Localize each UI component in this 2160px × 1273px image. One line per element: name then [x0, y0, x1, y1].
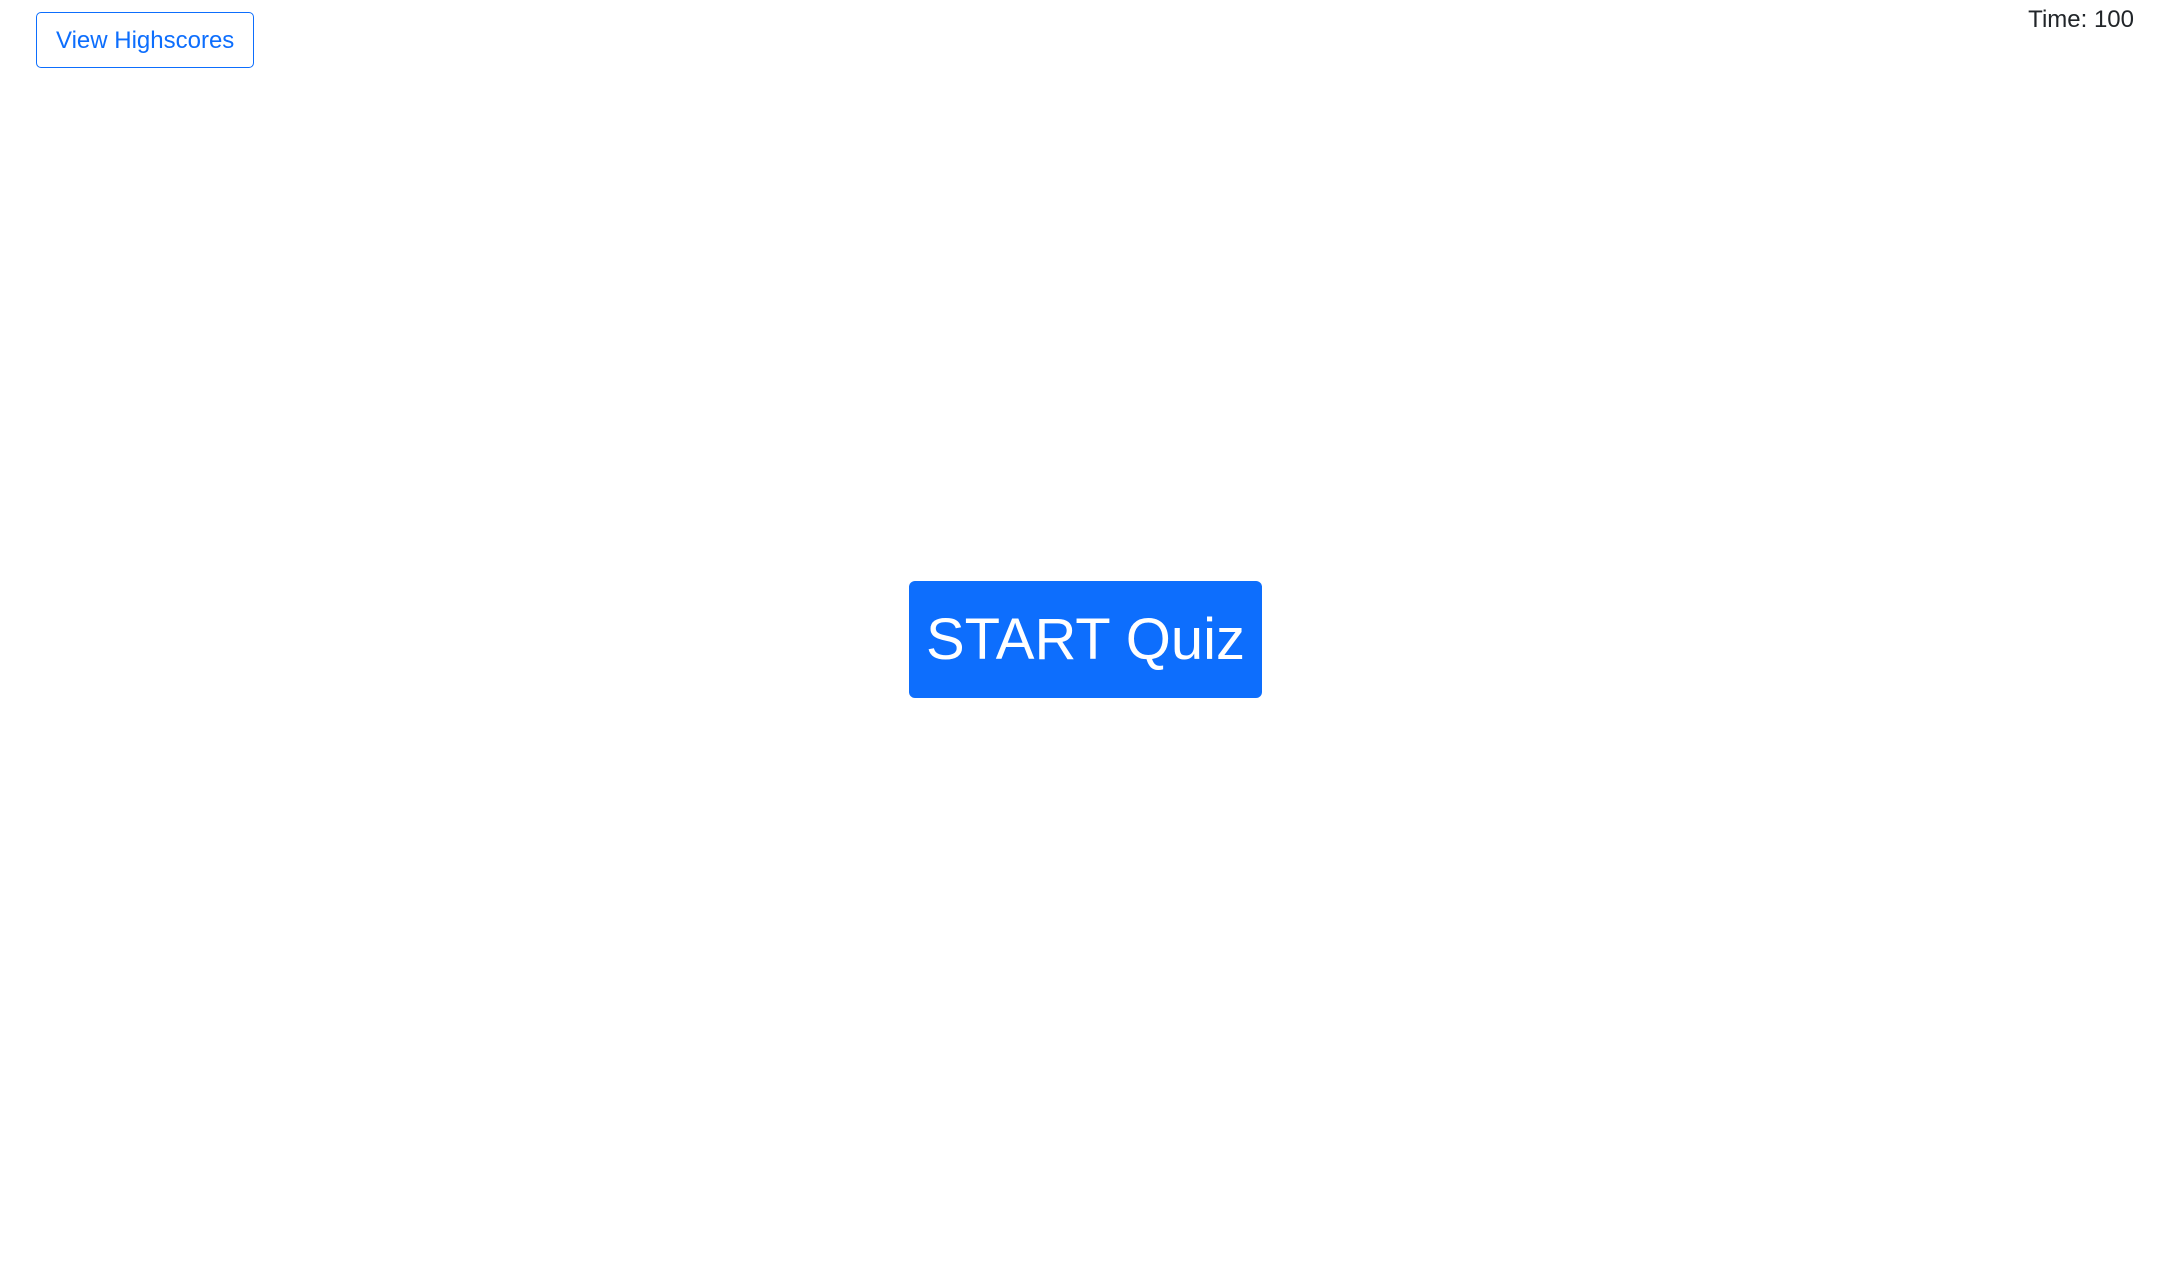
timer-label: Time:: [2028, 6, 2088, 33]
view-highscores-button[interactable]: View Highscores: [36, 12, 255, 68]
timer: Time: 100: [2028, 6, 2134, 34]
quiz-start-page: View Highscores Time: 100 START Quiz: [0, 0, 2160, 1273]
timer-value: 100: [2093, 6, 2134, 33]
start-quiz-button[interactable]: START Quiz: [909, 581, 1262, 698]
